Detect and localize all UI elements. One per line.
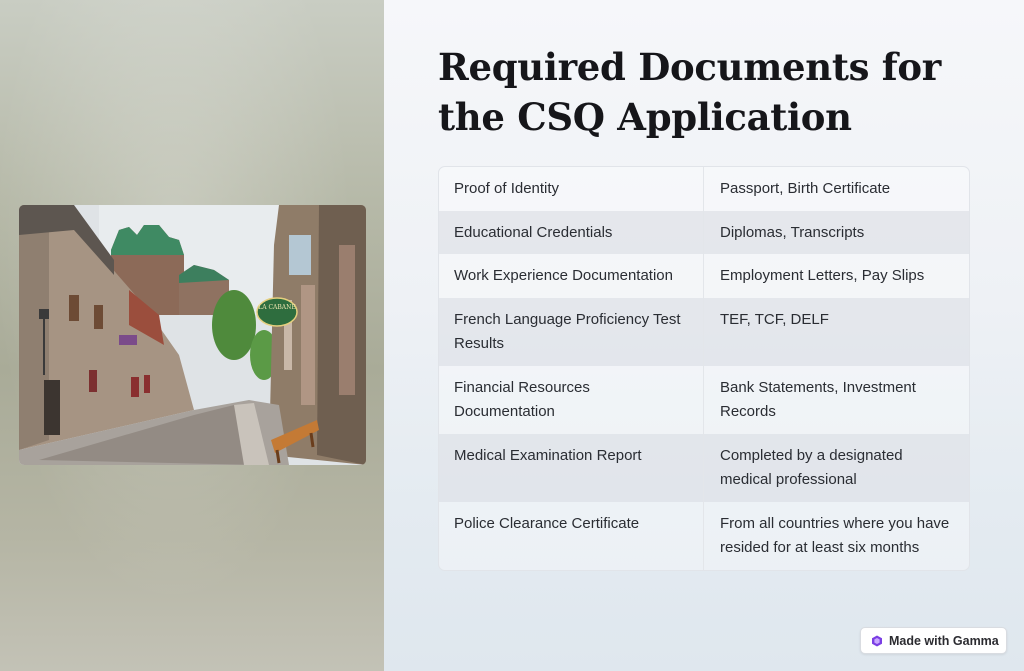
document-name: French Language Proficiency Test Results: [439, 297, 704, 366]
table-row: Police Clearance Certificate From all co…: [439, 501, 969, 570]
document-name: Work Experience Documentation: [439, 254, 704, 298]
document-examples: TEF, TCF, DELF: [720, 310, 829, 328]
table-row: Work Experience Documentation Employment…: [439, 254, 969, 298]
document-name: Financial Resources Documentation: [439, 365, 704, 434]
document-examples: Employment Letters, Pay Slips: [720, 267, 925, 284]
document-name: Medical Examination Report: [439, 433, 704, 502]
table-row: Financial Resources Documentation Bank S…: [439, 365, 969, 434]
document-name: Police Clearance Certificate: [439, 501, 704, 570]
document-examples: Bank Statements, Investment Records: [720, 378, 916, 421]
document-examples: From all countries where you have reside…: [720, 514, 950, 557]
shop-sign-text: LA CABANE: [258, 304, 296, 311]
table-row: Educational Credentials Diplomas, Transc…: [439, 210, 969, 254]
table-row: Medical Examination Report Completed by …: [439, 433, 969, 502]
slide-title: Required Documents for the CSQ Applicati…: [438, 45, 941, 139]
document-examples: Passport, Birth Certificate: [720, 180, 891, 197]
table-row: French Language Proficiency Test Results…: [439, 297, 969, 366]
quebec-street-photo: LA CABANE: [19, 205, 366, 465]
made-with-gamma-badge[interactable]: Made with Gamma: [860, 627, 1007, 654]
document-examples: Completed by a designated medical profes…: [720, 446, 903, 489]
table-row: Proof of Identity Passport, Birth Certif…: [439, 167, 969, 211]
street-illustration: LA CABANE: [19, 205, 366, 465]
documents-table: Proof of Identity Passport, Birth Certif…: [438, 166, 970, 571]
gamma-logo-icon: [871, 635, 883, 647]
document-examples: Diplomas, Transcripts: [720, 223, 865, 241]
left-image-panel: LA CABANE: [0, 0, 384, 671]
document-name: Educational Credentials: [439, 210, 704, 254]
badge-label: Made with Gamma: [889, 633, 999, 648]
document-name: Proof of Identity: [439, 167, 704, 211]
